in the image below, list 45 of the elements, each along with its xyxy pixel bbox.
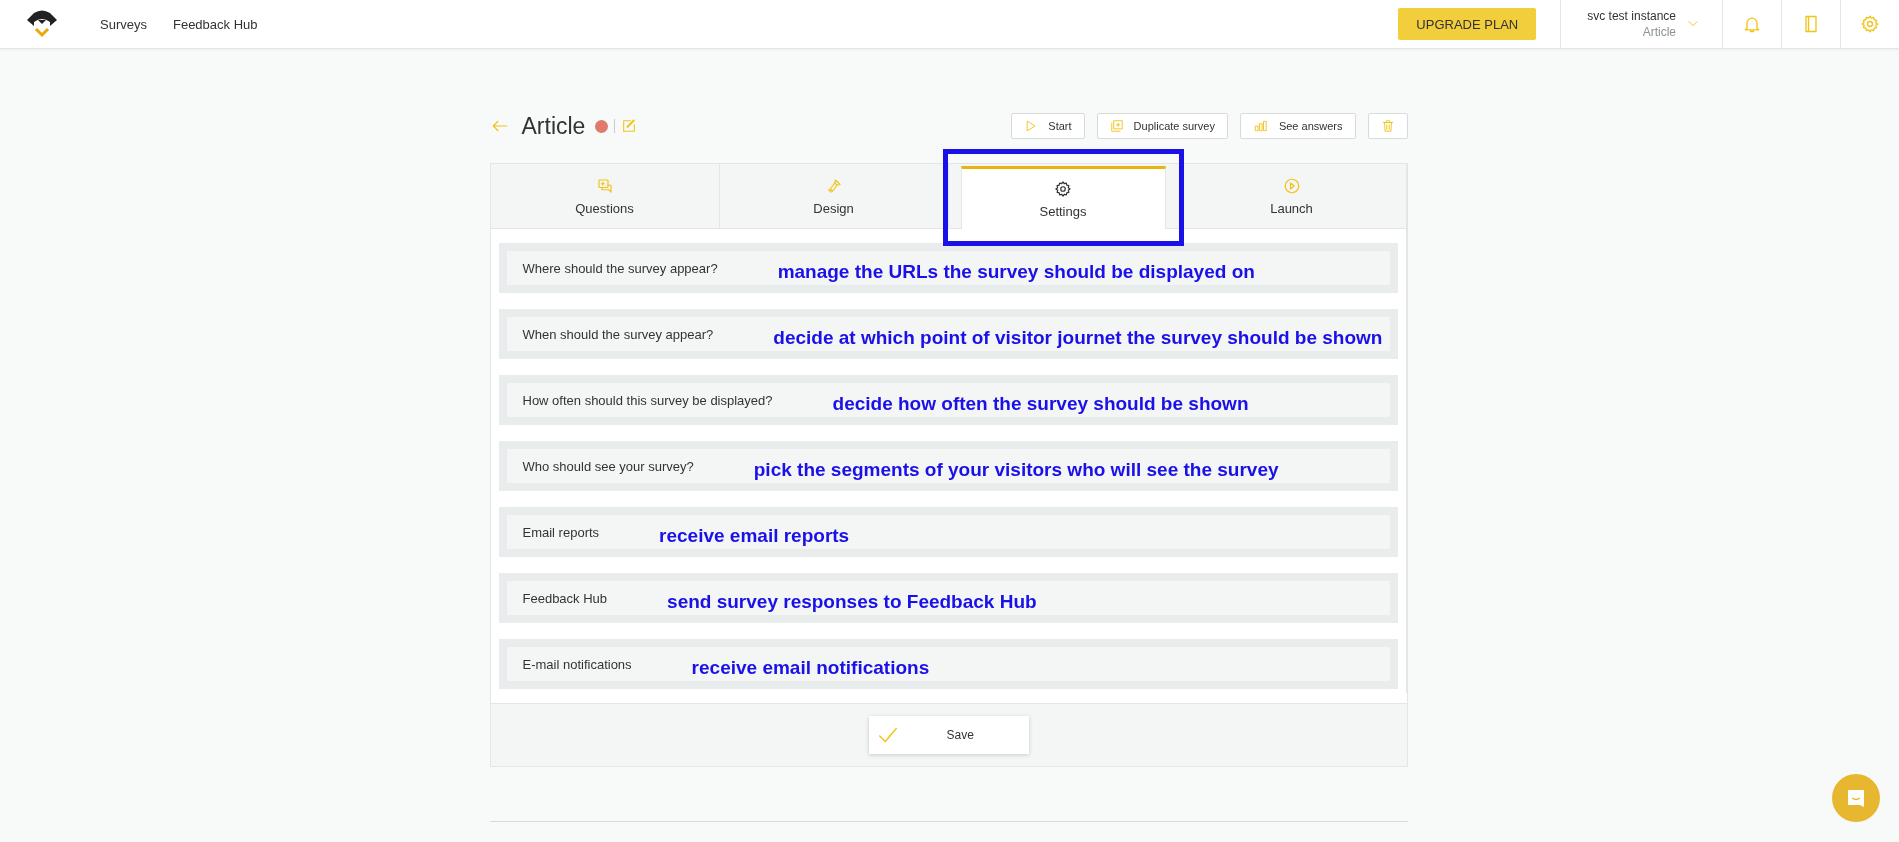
tab[interactable]: Settings xyxy=(960,166,1166,229)
section-label: When should the survey appear? xyxy=(522,326,714,342)
play-circle-icon xyxy=(1282,176,1301,195)
tab[interactable]: Questions xyxy=(490,164,720,228)
section-label: Who should see your survey? xyxy=(522,458,694,474)
annotation-text: pick the segments of your visitors who will see the survey xyxy=(753,459,1279,481)
bar-chart-icon xyxy=(1252,119,1269,133)
chat-button[interactable] xyxy=(1832,774,1880,822)
upgrade-button[interactable]: UPGRADE PLAN xyxy=(1398,8,1537,40)
settings-section[interactable]: Where should the survey appear? manage the URLs the survey should be displayed on xyxy=(498,243,1398,293)
nav-link[interactable]: Surveys xyxy=(100,16,147,32)
delete-button[interactable] xyxy=(1367,113,1408,139)
tab[interactable]: Design xyxy=(719,164,949,228)
duplicate-button[interactable]: Duplicate survey xyxy=(1096,113,1228,139)
trash-icon xyxy=(1380,118,1395,134)
settings-section[interactable]: How often should this survey be displayed? decide how often the survey should be shown xyxy=(498,375,1398,425)
settings-icon xyxy=(1054,179,1072,198)
start-button[interactable]: Start xyxy=(1011,113,1085,139)
section-label: Where should the survey appear? xyxy=(522,260,718,276)
nav-link[interactable]: Feedback Hub xyxy=(172,16,258,32)
section-label: Feedback Hub xyxy=(522,590,608,606)
annotation-text: decide how often the survey should be shown xyxy=(832,393,1249,415)
annotation-text: send survey responses to Feedback Hub xyxy=(667,591,1037,613)
annotation-text: manage the URLs the survey should be displayed on xyxy=(777,261,1255,283)
section-label: E-mail notifications xyxy=(522,656,632,672)
answers-button[interactable]: See answers xyxy=(1239,113,1356,139)
chat-icon xyxy=(1845,787,1867,809)
annotation-text: decide at which point of visitor journet the survey should be shown xyxy=(773,327,1383,349)
settings-section[interactable]: Feedback Hub send survey responses to Feedback Hub xyxy=(498,573,1398,623)
settings-section[interactable]: Email reports receive email reports xyxy=(498,507,1398,557)
survey-title: Article xyxy=(521,112,586,140)
chat-bubbles-icon xyxy=(595,176,614,195)
settings-section[interactable]: Who should see your survey? pick the segments of your visitors who will see the survey xyxy=(498,441,1398,491)
save-button[interactable]: Save xyxy=(868,716,1029,754)
settings-icon xyxy=(1860,14,1880,34)
account-switcher[interactable]: svc test instance Article xyxy=(1560,0,1722,48)
annotation-text: receive email notifications xyxy=(691,657,930,679)
section-label: How often should this survey be displayed? xyxy=(522,392,773,408)
tab[interactable]: Launch xyxy=(1177,164,1407,228)
duplicate-icon xyxy=(1109,119,1124,133)
annotation-text: receive email reports xyxy=(659,525,850,547)
section-label: Email reports xyxy=(522,524,600,540)
settings-section[interactable]: When should the survey appear? decide at which point of visitor journet the survey should be shown xyxy=(498,309,1398,359)
edit-icon xyxy=(621,118,638,134)
settings-section[interactable]: E-mail notifications receive email notifications xyxy=(498,639,1398,689)
